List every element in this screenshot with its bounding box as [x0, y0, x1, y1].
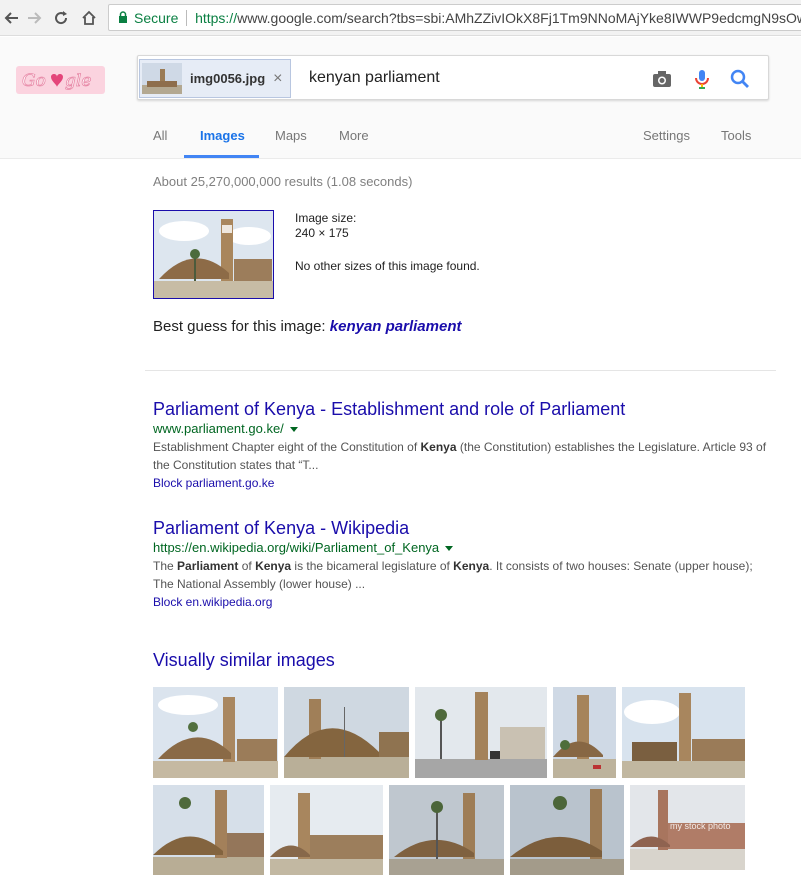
visually-similar-heading[interactable]: Visually similar images	[153, 650, 335, 671]
search-box[interactable]: img0056.jpg × kenyan parliament	[137, 55, 769, 100]
tab-maps[interactable]: Maps	[275, 128, 307, 143]
tab-more[interactable]: More	[339, 128, 369, 143]
search-result: Parliament of Kenya - Establishment and …	[153, 398, 773, 492]
results-divider	[145, 370, 776, 371]
result-title[interactable]: Parliament of Kenya - Establishment and …	[153, 398, 773, 420]
tab-all[interactable]: All	[153, 128, 167, 143]
snippet-bold: Kenya	[255, 559, 292, 573]
similar-image-thumbnail[interactable]	[415, 687, 547, 778]
similar-image-thumbnail[interactable]	[153, 687, 278, 778]
best-guess-link[interactable]: kenyan parliament	[330, 318, 462, 335]
snippet-text: The	[153, 559, 178, 573]
block-site-link[interactable]: Block parliament.go.ke	[153, 474, 773, 492]
similar-image-thumbnail[interactable]	[553, 687, 616, 778]
snippet-bold: Kenya	[453, 559, 490, 573]
result-url-text: www.parliament.go.ke/	[153, 421, 284, 436]
similar-image-thumbnail[interactable]	[270, 785, 383, 875]
url-dropdown-icon[interactable]	[445, 546, 454, 552]
image-size-label: Image size:	[295, 211, 357, 225]
snippet-text: Establishment Chapter eight of the Const…	[153, 440, 421, 454]
similar-image-thumbnail[interactable]	[622, 687, 745, 778]
similar-image-thumbnail[interactable]	[153, 785, 264, 875]
result-url: https://en.wikipedia.org/wiki/Parliament…	[153, 539, 773, 557]
similar-image-thumbnail[interactable]	[510, 785, 624, 875]
search-icon[interactable]	[728, 67, 752, 91]
no-other-sizes: No other sizes of this image found.	[295, 259, 480, 273]
active-tab-indicator	[184, 155, 259, 158]
tools-link[interactable]: Tools	[721, 128, 751, 143]
result-stats: About 25,270,000,000 results (1.08 secon…	[153, 174, 413, 189]
image-size-info: Image size: 240 × 175	[295, 211, 356, 241]
block-site-link[interactable]: Block en.wikipedia.org	[153, 593, 773, 611]
tab-images[interactable]: Images	[200, 128, 245, 143]
similar-image-thumbnail[interactable]	[389, 785, 504, 875]
similar-image-thumbnail[interactable]: my stock photo	[630, 785, 745, 870]
stock-watermark: my stock photo	[670, 821, 731, 831]
lock-icon	[118, 10, 128, 26]
chip-thumbnail	[142, 63, 182, 94]
url-dropdown-icon[interactable]	[289, 427, 298, 433]
chip-filename: img0056.jpg	[190, 71, 266, 86]
address-separator	[186, 9, 188, 26]
svg-text:gle: gle	[65, 71, 91, 91]
search-tabs: All Images Maps More Settings Tools	[0, 127, 801, 159]
image-size-value: 240 × 175	[295, 226, 349, 240]
snippet-bold: Parliament	[177, 559, 239, 573]
snippet-bold: Kenya	[420, 440, 457, 454]
camera-icon[interactable]	[650, 67, 674, 91]
result-snippet: The Parliament of Kenya is the bicameral…	[153, 557, 773, 593]
back-arrow-icon[interactable]	[0, 6, 24, 30]
result-snippet: Establishment Chapter eight of the Const…	[153, 438, 773, 474]
result-url-text: https://en.wikipedia.org/wiki/Parliament…	[153, 540, 440, 555]
best-guess-label: Best guess for this image:	[153, 318, 326, 335]
snippet-text: is the bicameral legislature of	[291, 559, 454, 573]
search-image-chip[interactable]: img0056.jpg ×	[139, 59, 291, 98]
url-text: www.google.com/search?tbs=sbi:AMhZZivIOk…	[237, 9, 801, 26]
chip-close-icon[interactable]: ×	[273, 70, 282, 88]
reload-icon[interactable]	[49, 6, 73, 30]
forward-arrow-icon[interactable]	[22, 6, 46, 30]
url-scheme: https://	[195, 9, 238, 26]
search-query[interactable]: kenyan parliament	[309, 69, 440, 87]
settings-link[interactable]: Settings	[643, 128, 690, 143]
address-bar[interactable]: Secure https:// www.google.com/search?tb…	[108, 4, 801, 31]
snippet-text: of	[238, 559, 256, 573]
best-guess: Best guess for this image: kenyan parlia…	[153, 318, 461, 335]
browser-toolbar: Secure https:// www.google.com/search?tb…	[0, 0, 801, 36]
home-icon[interactable]	[77, 6, 101, 30]
result-title[interactable]: Parliament of Kenya - Wikipedia	[153, 517, 773, 539]
google-doodle-logo[interactable]: Go gle	[16, 66, 105, 94]
similar-image-thumbnail[interactable]	[284, 687, 409, 778]
query-image-thumbnail[interactable]	[153, 210, 274, 299]
result-url: www.parliament.go.ke/	[153, 420, 773, 438]
google-header: Go gle img0056.jpg × kenyan parliament A…	[0, 37, 801, 159]
search-result: Parliament of Kenya - Wikipedia https://…	[153, 517, 773, 611]
secure-label: Secure	[134, 9, 179, 26]
svg-text:Go: Go	[22, 71, 46, 91]
microphone-icon[interactable]	[690, 67, 714, 91]
